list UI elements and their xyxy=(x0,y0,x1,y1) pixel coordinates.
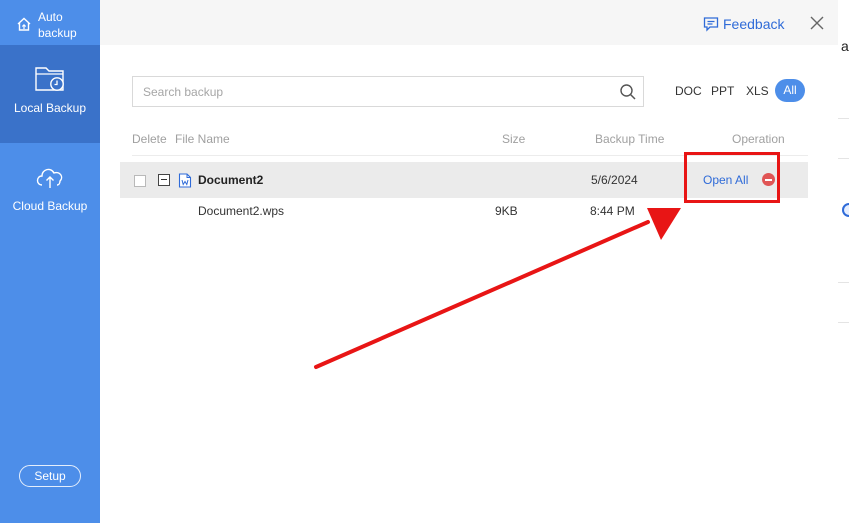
background-app-edge: a xyxy=(838,0,849,523)
sidebar-item-label: Local Backup xyxy=(13,101,87,115)
search-icon[interactable] xyxy=(619,83,637,106)
file-name[interactable]: Document2.wps xyxy=(198,204,284,218)
select-checkbox[interactable] xyxy=(134,175,146,187)
table-header: Delete File Name Size Backup Time Operat… xyxy=(132,132,808,154)
background-icon xyxy=(842,203,849,217)
close-button[interactable] xyxy=(808,14,826,37)
group-date: 5/6/2024 xyxy=(591,173,638,187)
column-backup-time: Backup Time xyxy=(595,132,665,146)
filter-ppt[interactable]: PPT xyxy=(711,84,734,98)
sidebar-item-cloud-backup[interactable]: Cloud Backup xyxy=(0,143,100,241)
close-icon xyxy=(810,16,824,30)
filter-xls[interactable]: XLS xyxy=(746,84,769,98)
main-panel: Feedback DOC PPT XLS All Delete File Nam… xyxy=(100,0,838,523)
group-name: Document2 xyxy=(198,173,264,187)
column-file-name: File Name xyxy=(175,132,230,146)
sidebar-item-label: Cloud Backup xyxy=(12,199,88,213)
sidebar-item-local-backup[interactable]: Local Backup xyxy=(0,45,100,143)
feedback-icon xyxy=(703,17,719,32)
column-delete: Delete xyxy=(132,132,167,146)
file-size: 9KB xyxy=(495,204,518,218)
feedback-label: Feedback xyxy=(723,16,785,32)
file-time: 8:44 PM xyxy=(590,204,635,218)
search-box xyxy=(132,76,644,107)
filter-all[interactable]: All xyxy=(775,79,805,102)
collapse-toggle[interactable] xyxy=(158,174,170,186)
feedback-link[interactable]: Feedback xyxy=(703,14,784,34)
column-operation: Operation xyxy=(732,132,785,146)
folder-clock-icon xyxy=(33,63,67,100)
search-input[interactable] xyxy=(143,83,603,101)
cloud-home-icon xyxy=(15,15,33,38)
cloud-upload-icon xyxy=(33,161,67,198)
setup-button[interactable]: Setup xyxy=(19,465,81,487)
sidebar: Auto backup Local Backup Cloud Backup Se… xyxy=(0,0,100,523)
background-text-fragment: a xyxy=(841,38,849,54)
highlight-box xyxy=(684,152,780,203)
filter-doc[interactable]: DOC xyxy=(675,84,702,98)
auto-backup-label: Auto backup xyxy=(38,10,77,40)
document-icon xyxy=(178,173,192,193)
auto-backup-button[interactable]: Auto backup xyxy=(0,4,100,46)
column-size: Size xyxy=(502,132,526,146)
